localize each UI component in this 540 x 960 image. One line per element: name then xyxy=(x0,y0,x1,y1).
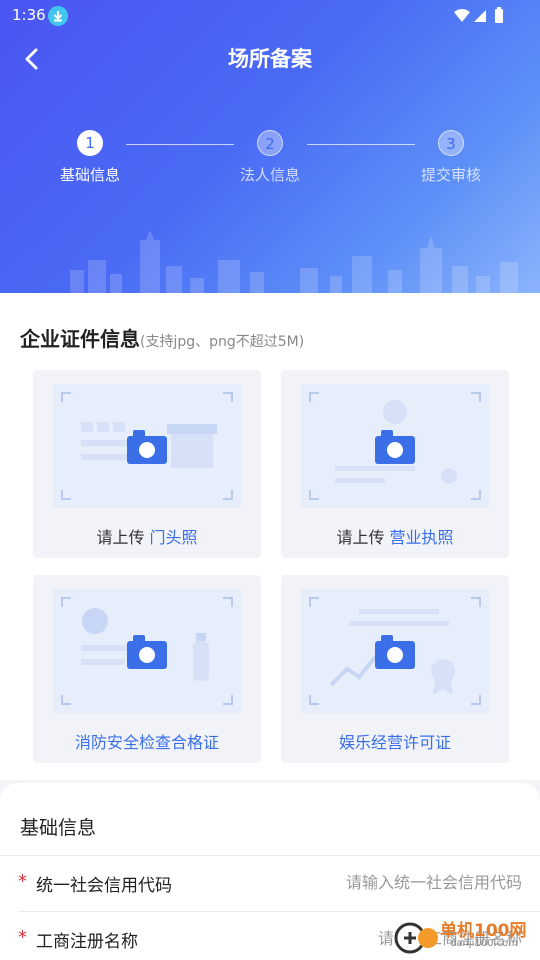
upload-name: 消防安全检查合格证 xyxy=(74,733,219,752)
wifi-icon xyxy=(454,9,470,22)
credit-code-input[interactable] xyxy=(262,867,522,897)
upload-name: 营业执照 xyxy=(389,528,454,547)
step-label: 提交审核 xyxy=(420,166,481,184)
step-3: 3 提交审核 xyxy=(391,130,511,185)
camera-icon xyxy=(375,430,415,464)
camera-icon xyxy=(127,430,167,464)
status-icons xyxy=(452,6,512,26)
step-2: 2 法人信息 xyxy=(210,130,330,185)
upload-hint: (支持jpg、png不超过5M) xyxy=(140,334,305,350)
step-number: 2 xyxy=(257,130,283,156)
battery-icon xyxy=(495,9,503,23)
page-title: 场所备案 xyxy=(228,47,312,71)
signal-icon xyxy=(474,10,486,22)
step-label: 法人信息 xyxy=(239,166,300,184)
camera-icon xyxy=(375,635,415,669)
header-banner: 1:36 场所备案 1 基础信息 2 法人信息 3 提交审核 xyxy=(0,0,540,300)
basic-info-title: 基础信息 xyxy=(20,817,97,839)
field-credit-code: * 统一社会信用代码 xyxy=(0,859,540,909)
step-label: 基础信息 xyxy=(59,166,120,184)
upload-prefix: 请上传 xyxy=(336,528,385,547)
divider xyxy=(0,855,540,856)
field-label: 统一社会信用代码 xyxy=(36,876,172,896)
certificate-section: 企业证件信息(支持jpg、png不超过5M) 请上传 门头照 请上传 营业执照 … xyxy=(0,293,540,780)
upload-business-license[interactable]: 请上传 营业执照 xyxy=(281,370,509,558)
upload-label: 消防安全检查合格证 xyxy=(33,729,261,753)
upload-entertainment-license[interactable]: 娱乐经营许可证 xyxy=(281,575,509,763)
upload-frame xyxy=(53,384,241,508)
watermark-logo xyxy=(394,922,438,954)
upload-name: 娱乐经营许可证 xyxy=(338,733,451,752)
upload-label: 请上传 门头照 xyxy=(33,524,261,548)
status-bar: 1:36 xyxy=(0,0,540,32)
required-asterisk: * xyxy=(18,927,27,948)
watermark-url: danji100.com xyxy=(450,938,518,949)
site-watermark: 单机100网 danji100.com xyxy=(394,912,540,960)
status-time: 1:36 xyxy=(12,6,46,24)
upload-frame xyxy=(301,384,489,508)
step-1: 1 基础信息 xyxy=(30,130,150,185)
step-number: 1 xyxy=(77,130,103,156)
upload-frame xyxy=(53,589,241,713)
upload-label: 娱乐经营许可证 xyxy=(281,729,509,753)
upload-storefront-photo[interactable]: 请上传 门头照 xyxy=(33,370,261,558)
download-icon xyxy=(48,6,68,26)
required-asterisk: * xyxy=(18,871,27,892)
upload-label: 请上传 营业执照 xyxy=(281,524,509,548)
step-number: 3 xyxy=(438,130,464,156)
section-title: 企业证件信息(支持jpg、png不超过5M) xyxy=(20,323,304,352)
upload-name: 门头照 xyxy=(149,528,198,547)
upload-frame xyxy=(301,589,489,713)
camera-icon xyxy=(127,635,167,669)
city-skyline-decoration xyxy=(70,230,518,300)
upload-prefix: 请上传 xyxy=(96,528,145,547)
field-label: 工商注册名称 xyxy=(36,932,138,952)
upload-fire-safety-certificate[interactable]: 消防安全检查合格证 xyxy=(33,575,261,763)
section-title-text: 企业证件信息 xyxy=(20,327,140,351)
